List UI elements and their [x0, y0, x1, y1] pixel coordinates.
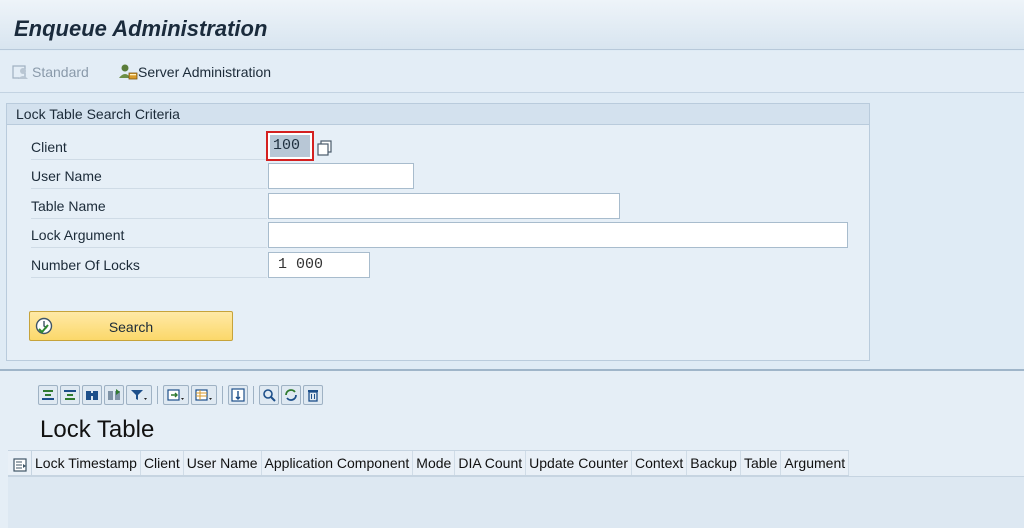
toolbar-separator	[253, 386, 254, 404]
number-of-locks-field[interactable]: 1 000	[268, 252, 370, 278]
standard-button-label: Standard	[32, 64, 89, 80]
toolbar-separator	[222, 386, 223, 404]
alv-toolbar	[38, 384, 323, 406]
toolbar-separator	[157, 386, 158, 404]
lock-argument-field[interactable]	[268, 222, 848, 248]
number-of-locks-label: Number Of Locks	[31, 252, 267, 278]
table-body	[8, 476, 1024, 528]
table-header-row: Lock Timestamp Client User Name Applicat…	[8, 450, 850, 476]
table-name-label: Table Name	[31, 193, 267, 219]
filter-icon[interactable]	[126, 385, 152, 405]
search-button-label: Search	[108, 319, 154, 335]
column-header[interactable]: Context	[632, 451, 688, 475]
layout-icon[interactable]	[191, 385, 217, 405]
column-header[interactable]: DIA Count	[455, 451, 527, 475]
column-header[interactable]: Lock Timestamp	[32, 451, 141, 475]
export-icon[interactable]	[163, 385, 189, 405]
user-name-field[interactable]	[268, 163, 414, 189]
table-name-field[interactable]	[268, 193, 620, 219]
column-header[interactable]: Update Counter	[526, 451, 632, 475]
standard-button[interactable]: Standard	[12, 61, 89, 83]
refresh-icon[interactable]	[281, 385, 301, 405]
server-administration-button[interactable]: Server Administration	[118, 61, 271, 83]
application-toolbar: Standard Server Administration	[0, 51, 1024, 93]
details-icon[interactable]	[228, 385, 248, 405]
title-bar: Enqueue Administration	[0, 0, 1024, 50]
select-layout-icon[interactable]	[8, 451, 32, 475]
column-header[interactable]: User Name	[184, 451, 262, 475]
server-admin-icon	[118, 63, 138, 81]
search-criteria-group: Lock Table Search Criteria Client 100 Us…	[6, 103, 870, 361]
search-criteria-title: Lock Table Search Criteria	[7, 104, 869, 125]
lock-table-title: Lock Table	[40, 416, 155, 443]
find-next-icon[interactable]	[104, 385, 124, 405]
multiple-selection-icon[interactable]	[317, 140, 333, 156]
server-administration-label: Server Administration	[138, 64, 272, 80]
column-header[interactable]: Mode	[413, 451, 456, 475]
client-value: 100	[270, 135, 310, 157]
column-header[interactable]: Client	[141, 451, 184, 475]
client-field[interactable]: 100	[266, 131, 314, 161]
find-icon[interactable]	[82, 385, 102, 405]
search-button[interactable]: Search	[29, 311, 233, 341]
column-header[interactable]: Table	[741, 451, 782, 475]
sort-ascending-icon[interactable]	[38, 385, 58, 405]
user-settings-icon	[12, 63, 30, 81]
page-title: Enqueue Administration	[14, 16, 268, 41]
lock-table-area: Lock Table Lock Timestamp Client User Na…	[0, 369, 1024, 528]
column-header[interactable]: Argument	[781, 451, 850, 475]
column-header[interactable]: Backup	[687, 451, 741, 475]
column-header[interactable]: Application Component	[262, 451, 414, 475]
sort-descending-icon[interactable]	[60, 385, 80, 405]
search-lock-icon[interactable]	[259, 385, 279, 405]
client-label: Client	[31, 134, 267, 160]
delete-icon[interactable]	[303, 385, 323, 405]
lock-argument-label: Lock Argument	[31, 222, 267, 248]
user-name-label: User Name	[31, 163, 267, 189]
